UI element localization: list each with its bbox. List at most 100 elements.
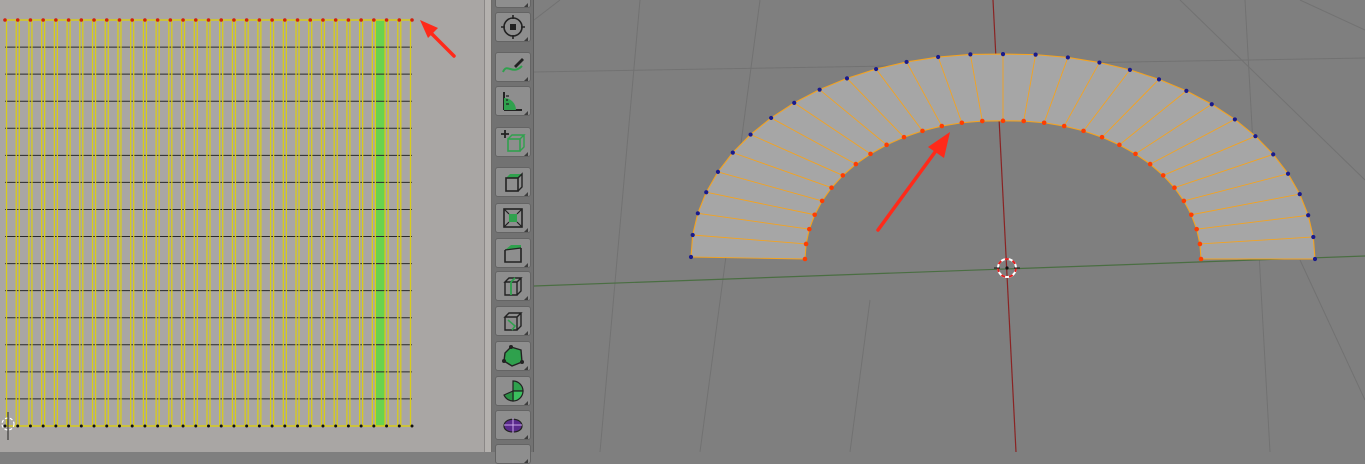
outer-vertex xyxy=(904,59,909,65)
uv-vertex xyxy=(346,424,350,428)
uv-selected-vertex xyxy=(257,18,262,22)
bevel-button[interactable] xyxy=(495,238,531,268)
selected-inner-vertex xyxy=(920,128,925,134)
x-axis-line xyxy=(533,255,1365,287)
outer-vertex xyxy=(688,254,694,260)
draw-curve-icon xyxy=(502,58,524,73)
outer-vertex xyxy=(1311,234,1316,240)
poly-build-icon xyxy=(502,345,524,367)
uv-selected-vertex xyxy=(41,18,45,22)
uv-vertex xyxy=(207,424,210,428)
selected-inner-vertex xyxy=(1197,241,1203,247)
extrude-button[interactable] xyxy=(495,167,531,197)
uv-grid[interactable] xyxy=(0,0,484,452)
outer-vertex xyxy=(1184,88,1189,93)
uv-selected-vertex xyxy=(333,18,338,22)
inset-button[interactable] xyxy=(495,203,531,233)
uv-selected-vertex xyxy=(219,18,224,22)
outer-vertex xyxy=(730,150,735,155)
selected-inner-vertex xyxy=(959,120,965,126)
uv-vertex xyxy=(270,424,274,428)
uv-selected-vertex xyxy=(372,18,376,22)
viewport-canvas[interactable] xyxy=(533,0,1365,453)
uv-selected-vertex xyxy=(410,18,414,22)
outer-vertex xyxy=(1209,102,1214,107)
outer-vertex xyxy=(1000,51,1006,57)
uv-vertex xyxy=(245,424,249,428)
annotation-arrow-head xyxy=(928,132,950,158)
knife-button[interactable] xyxy=(495,306,531,336)
uv-selected-vertex xyxy=(92,18,96,22)
uv-vertex xyxy=(3,424,7,428)
uv-selected-vertex xyxy=(28,18,33,22)
uv-selected-vertex xyxy=(130,18,134,22)
outer-vertex xyxy=(1097,60,1102,65)
selected-inner-vertex xyxy=(884,142,889,148)
outer-vertex xyxy=(844,76,850,81)
selected-inner-vertex xyxy=(853,161,859,167)
outer-vertex xyxy=(715,169,721,175)
uv-selected-vertex xyxy=(104,18,109,22)
loop-cut-button[interactable] xyxy=(495,271,531,301)
uv-editor[interactable] xyxy=(0,0,484,452)
uv-selected-vertex xyxy=(321,18,325,22)
uv-selected-vertex xyxy=(206,18,211,22)
outer-vertex xyxy=(695,211,700,216)
selected-inner-vertex xyxy=(1099,134,1105,140)
uv-vertex xyxy=(79,424,83,428)
outer-vertex xyxy=(748,132,753,137)
outer-vertex xyxy=(1285,171,1291,176)
outer-vertex xyxy=(1232,117,1237,122)
uv-vertex xyxy=(181,424,185,428)
selected-inner-vertex xyxy=(1061,123,1067,129)
uv-selected-vertex xyxy=(168,18,173,22)
outer-vertex xyxy=(1033,52,1038,57)
selected-inner-vertex xyxy=(1021,118,1026,124)
extrude-region-icon xyxy=(505,172,523,192)
outer-vertex xyxy=(873,66,879,72)
uv-vertex xyxy=(334,424,338,428)
uv-vertex xyxy=(397,424,401,428)
spin-button[interactable] xyxy=(495,376,531,406)
uv-selected-vertex xyxy=(3,18,7,22)
selected-inner-vertex xyxy=(939,123,945,129)
outer-vertex xyxy=(1297,192,1302,197)
more-tools-button[interactable] xyxy=(495,444,531,464)
selected-inner-vertex xyxy=(901,134,907,140)
outer-vertex xyxy=(1312,256,1318,262)
grid-line xyxy=(599,0,641,453)
transform-tool-button[interactable] xyxy=(495,12,531,42)
origin-transform-icon xyxy=(501,15,525,39)
uv-selected-vertex xyxy=(181,18,185,22)
area-divider[interactable] xyxy=(484,0,492,452)
smooth-button[interactable] xyxy=(495,410,531,440)
selected-inner-vertex xyxy=(1194,226,1199,232)
outer-vertex xyxy=(817,87,822,92)
selected-inner-vertex xyxy=(1181,198,1187,204)
add-cube-icon xyxy=(501,130,526,152)
poly-build-button[interactable] xyxy=(495,341,531,371)
outer-vertex xyxy=(1306,213,1311,218)
uv-selected-vertex xyxy=(346,18,351,22)
uv-vertex xyxy=(385,424,389,428)
inset-faces-icon xyxy=(503,208,523,228)
add-cube-button[interactable] xyxy=(495,127,531,157)
selected-inner-vertex xyxy=(807,226,812,232)
uv-vertex xyxy=(105,424,109,428)
grid-line xyxy=(1299,259,1365,401)
uv-selected-vertex xyxy=(384,18,389,22)
outer-vertex xyxy=(690,232,695,238)
selected-inner-vertex xyxy=(1198,256,1204,262)
selected-inner-vertex xyxy=(819,198,825,204)
draw-tool-button[interactable] xyxy=(495,52,531,82)
uv-selected-face xyxy=(375,20,386,426)
selected-inner-vertex xyxy=(840,173,846,178)
measure-tool-button[interactable] xyxy=(495,86,531,116)
outer-vertex xyxy=(1127,67,1133,72)
3d-viewport[interactable] xyxy=(533,0,1365,453)
outer-vertex xyxy=(792,100,797,106)
outer-vertex xyxy=(968,52,973,57)
move-tool-button[interactable] xyxy=(495,0,531,8)
uv-vertex xyxy=(257,424,261,428)
uv-vertex xyxy=(54,424,58,428)
